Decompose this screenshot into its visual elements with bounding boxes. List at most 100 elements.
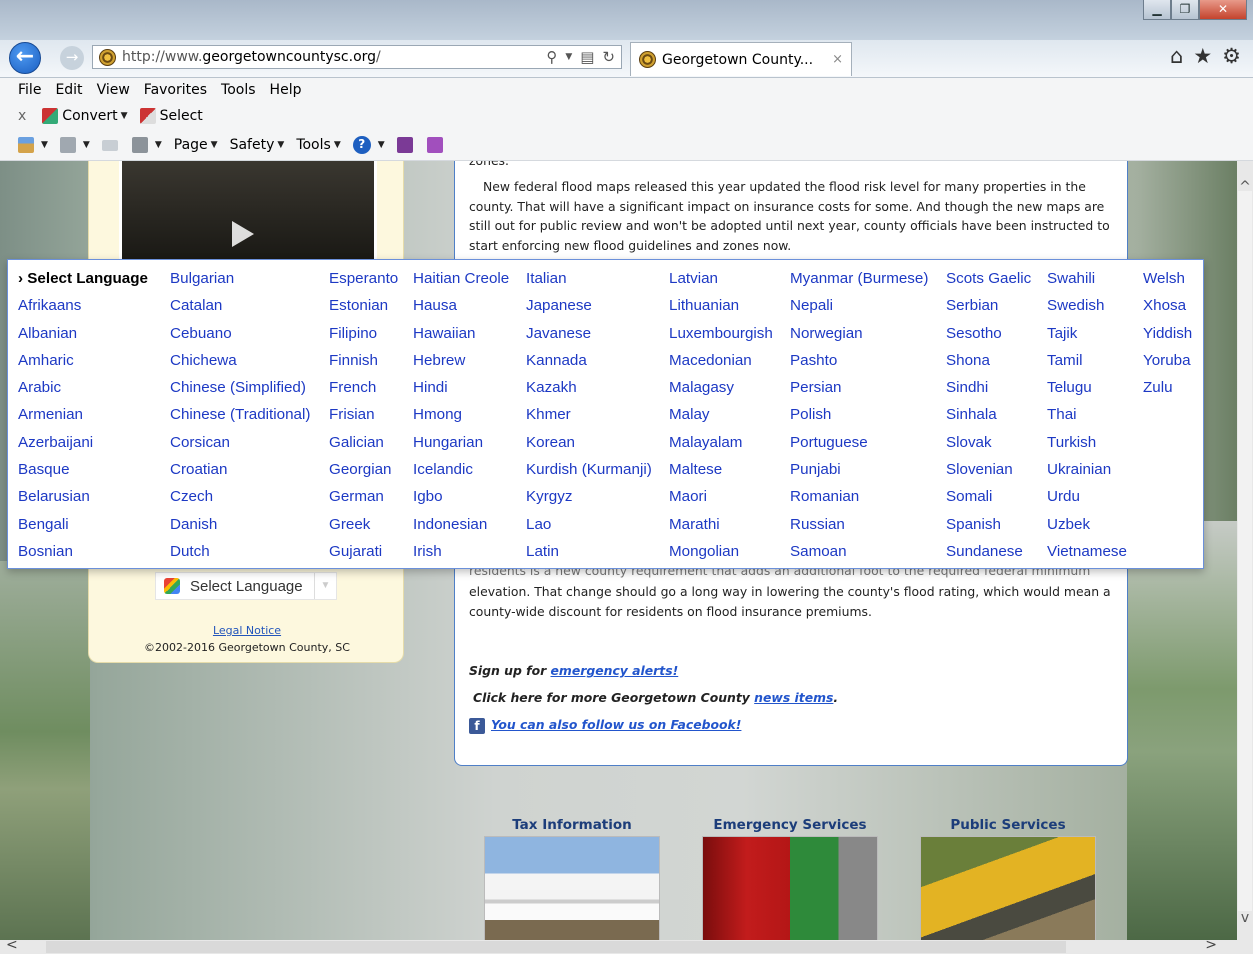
select-button[interactable]: Select [160,108,203,124]
language-option-hawaiian[interactable]: Hawaiian [413,325,509,352]
language-option-lao[interactable]: Lao [526,516,652,543]
language-option-turkish[interactable]: Turkish [1047,434,1127,461]
news-items-link[interactable]: news items [754,690,833,705]
language-option-swedish[interactable]: Swedish [1047,297,1127,324]
tab-georgetown-county[interactable]: Georgetown County... × [630,42,852,76]
language-option-gujarati[interactable]: Gujarati [329,543,398,570]
language-option-czech[interactable]: Czech [170,488,310,515]
home-icon[interactable]: ⌂ [1170,44,1183,68]
refresh-icon[interactable]: ↻ [602,48,615,66]
language-option-armenian[interactable]: Armenian [18,406,148,433]
video-thumbnail[interactable] [119,161,377,271]
language-option-amharic[interactable]: Amharic [18,352,148,379]
language-option-danish[interactable]: Danish [170,516,310,543]
language-option-greek[interactable]: Greek [329,516,398,543]
language-option-yoruba[interactable]: Yoruba [1143,352,1192,379]
service-image[interactable] [484,836,660,940]
language-option-macedonian[interactable]: Macedonian [669,352,773,379]
tools-menu[interactable]: Tools [296,137,331,153]
language-option-icelandic[interactable]: Icelandic [413,461,509,488]
language-option-scots-gaelic[interactable]: Scots Gaelic [946,270,1031,297]
language-option-frisian[interactable]: Frisian [329,406,398,433]
language-option-igbo[interactable]: Igbo [413,488,509,515]
language-option-galician[interactable]: Galician [329,434,398,461]
language-option-myanmar-burmese[interactable]: Myanmar (Burmese) [790,270,928,297]
language-option-kurdish-kurmanji[interactable]: Kurdish (Kurmanji) [526,461,652,488]
language-option-slovenian[interactable]: Slovenian [946,461,1031,488]
language-option-bulgarian[interactable]: Bulgarian [170,270,310,297]
language-option-haitian-creole[interactable]: Haitian Creole [413,270,509,297]
language-option-chichewa[interactable]: Chichewa [170,352,310,379]
language-option-arabic[interactable]: Arabic [18,379,148,406]
facebook-icon[interactable]: f [469,717,485,734]
language-option-serbian[interactable]: Serbian [946,297,1031,324]
scroll-left-icon[interactable]: < [6,937,18,953]
language-option-maori[interactable]: Maori [669,488,773,515]
safety-menu[interactable]: Safety [230,137,275,153]
tab-close-icon[interactable]: × [824,52,851,67]
chevron-down-icon[interactable]: ▼ [83,140,90,150]
language-option-japanese[interactable]: Japanese [526,297,652,324]
language-option-zulu[interactable]: Zulu [1143,379,1192,406]
language-option-chinese-simplified[interactable]: Chinese (Simplified) [170,379,310,406]
language-option-hmong[interactable]: Hmong [413,406,509,433]
language-option-chinese-traditional[interactable]: Chinese (Traditional) [170,406,310,433]
language-option-indonesian[interactable]: Indonesian [413,516,509,543]
language-option-irish[interactable]: Irish [413,543,509,570]
language-option-latin[interactable]: Latin [526,543,652,570]
service-emergency-services[interactable]: Emergency Services [700,817,880,940]
address-bar[interactable]: http://www.georgetowncountysc.org/ ⚲ ▼ ▤… [92,45,622,69]
language-option-mongolian[interactable]: Mongolian [669,543,773,570]
chevron-down-icon[interactable]: ▼ [121,111,128,121]
back-button[interactable]: ← [9,42,41,74]
language-option-javanese[interactable]: Javanese [526,325,652,352]
facebook-link[interactable]: You can also follow us on Facebook! [491,717,741,732]
language-option-somali[interactable]: Somali [946,488,1031,515]
menu-favorites[interactable]: Favorites [144,82,207,98]
service-tax-information[interactable]: Tax Information [482,817,662,940]
language-option-corsican[interactable]: Corsican [170,434,310,461]
language-option-kazakh[interactable]: Kazakh [526,379,652,406]
language-option-tajik[interactable]: Tajik [1047,325,1127,352]
chevron-down-icon[interactable]: ▼ [41,140,48,150]
chevron-down-icon[interactable]: ▼ [378,140,385,150]
language-option-pashto[interactable]: Pashto [790,352,928,379]
language-option-hungarian[interactable]: Hungarian [413,434,509,461]
language-option-hindi[interactable]: Hindi [413,379,509,406]
language-option-vietnamese[interactable]: Vietnamese [1047,543,1127,570]
language-option-dutch[interactable]: Dutch [170,543,310,570]
language-option-malagasy[interactable]: Malagasy [669,379,773,406]
mail-icon[interactable] [101,139,118,151]
language-option-select-language[interactable]: › Select Language [18,270,148,297]
language-option-norwegian[interactable]: Norwegian [790,325,928,352]
scroll-right-icon[interactable]: > [1205,937,1217,953]
language-option-uzbek[interactable]: Uzbek [1047,516,1127,543]
language-option-maltese[interactable]: Maltese [669,461,773,488]
service-public-services[interactable]: Public Services [918,817,1098,940]
language-option-yiddish[interactable]: Yiddish [1143,325,1192,352]
language-option-malayalam[interactable]: Malayalam [669,434,773,461]
print-icon[interactable] [131,137,148,153]
language-option-hebrew[interactable]: Hebrew [413,352,509,379]
chevron-down-icon[interactable]: ▼ [334,140,341,150]
rss-feed-icon[interactable] [59,137,76,153]
service-image[interactable] [920,836,1096,940]
language-option-samoan[interactable]: Samoan [790,543,928,570]
language-option-kyrgyz[interactable]: Kyrgyz [526,488,652,515]
menu-edit[interactable]: Edit [55,82,82,98]
chevron-down-icon[interactable]: ▼ [277,140,284,150]
language-option-welsh[interactable]: Welsh [1143,270,1192,297]
language-option-nepali[interactable]: Nepali [790,297,928,324]
language-option-portuguese[interactable]: Portuguese [790,434,928,461]
language-option-finnish[interactable]: Finnish [329,352,398,379]
chevron-down-icon[interactable]: ▼ [314,573,336,599]
gear-icon[interactable]: ⚙ [1222,44,1241,68]
language-option-azerbaijani[interactable]: Azerbaijani [18,434,148,461]
convert-button[interactable]: Convert [62,108,117,124]
legal-notice-link[interactable]: Legal Notice [89,624,405,637]
favorites-star-icon[interactable]: ★ [1193,44,1212,68]
menu-file[interactable]: File [18,82,41,98]
language-option-polish[interactable]: Polish [790,406,928,433]
scroll-down-icon[interactable]: v [1237,910,1253,926]
language-option-filipino[interactable]: Filipino [329,325,398,352]
